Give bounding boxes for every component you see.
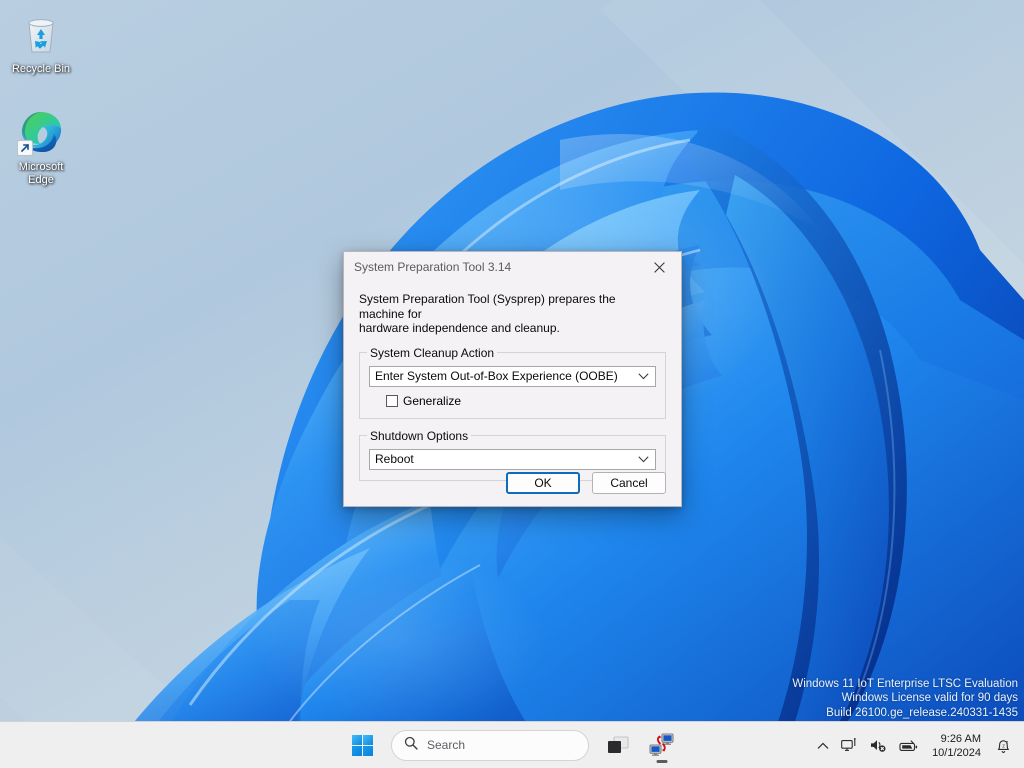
- desktop-icon-recycle-bin[interactable]: Recycle Bin: [2, 10, 80, 76]
- network-icon: [841, 738, 858, 753]
- system-cleanup-action-dropdown[interactable]: Enter System Out-of-Box Experience (OOBE…: [369, 366, 656, 387]
- tray-overflow-button[interactable]: [811, 726, 835, 766]
- taskbar: Search: [0, 721, 1024, 768]
- dialog-button-bar: OK Cancel: [506, 472, 666, 494]
- tray-volume-button[interactable]: [864, 726, 893, 766]
- tray-network-button[interactable]: [835, 726, 864, 766]
- desktop-screen: Recycle Bin: [0, 0, 1024, 768]
- close-icon[interactable]: [637, 253, 681, 282]
- chevron-down-icon: [638, 452, 649, 466]
- shortcut-arrow-icon: [17, 140, 33, 156]
- search-icon: [404, 736, 418, 755]
- generalize-checkbox-label: Generalize: [403, 394, 461, 408]
- desktop-icon-label-line1: Microsoft: [19, 161, 64, 173]
- shutdown-options-label: Shutdown Options: [367, 429, 471, 443]
- speaker-muted-icon: [870, 738, 887, 753]
- watermark-line-2: Windows License valid for 90 days: [792, 691, 1018, 706]
- battery-icon: [899, 739, 918, 753]
- system-tray: 9:26 AM 10/1/2024 z z: [811, 722, 1024, 768]
- ok-button[interactable]: OK: [506, 472, 580, 494]
- desktop-icon-label-line2: Edge: [28, 174, 54, 186]
- windows-logo-icon: [352, 735, 373, 756]
- taskbar-app-sysprep[interactable]: [640, 725, 684, 765]
- generalize-checkbox[interactable]: [386, 395, 398, 407]
- shutdown-options-value: Reboot: [375, 452, 414, 466]
- start-button[interactable]: [340, 725, 384, 765]
- do-not-disturb-bell-icon: z z: [995, 738, 1012, 754]
- evaluation-watermark: Windows 11 IoT Enterprise LTSC Evaluatio…: [792, 677, 1018, 721]
- tray-notifications-button[interactable]: z z: [989, 726, 1018, 766]
- watermark-line-3: Build 26100.ge_release.240331-1435: [792, 706, 1018, 721]
- system-cleanup-action-value: Enter System Out-of-Box Experience (OOBE…: [375, 369, 618, 383]
- chevron-up-icon: [817, 742, 829, 750]
- cancel-button[interactable]: Cancel: [592, 472, 666, 494]
- tray-date: 10/1/2024: [932, 746, 981, 760]
- generalize-checkbox-row[interactable]: Generalize: [386, 394, 656, 408]
- shutdown-options-dropdown[interactable]: Reboot: [369, 449, 656, 470]
- dialog-description-line1: System Preparation Tool (Sysprep) prepar…: [359, 292, 659, 321]
- tray-clock[interactable]: 9:26 AM 10/1/2024: [924, 726, 989, 766]
- app-running-indicator: [657, 760, 668, 763]
- dialog-body: System Preparation Tool (Sysprep) prepar…: [344, 292, 681, 481]
- svg-text:z: z: [1002, 743, 1005, 749]
- system-cleanup-action-label: System Cleanup Action: [367, 346, 497, 360]
- system-cleanup-action-group: System Cleanup Action Enter System Out-o…: [359, 352, 666, 419]
- recycle-bin-icon: [17, 10, 65, 58]
- desktop-icon-label: Recycle Bin: [12, 63, 70, 75]
- tray-battery-button[interactable]: [893, 726, 924, 766]
- search-input[interactable]: Search: [391, 730, 589, 761]
- svg-text:z: z: [1006, 739, 1008, 744]
- desktop-icon-microsoft-edge[interactable]: Microsoft Edge: [2, 108, 80, 187]
- dialog-description-line2: hardware independence and cleanup.: [359, 321, 659, 336]
- dialog-titlebar[interactable]: System Preparation Tool 3.14: [344, 252, 681, 282]
- search-input-text: Search: [427, 738, 465, 752]
- watermark-line-1: Windows 11 IoT Enterprise LTSC Evaluatio…: [792, 677, 1018, 692]
- microsoft-edge-icon: [17, 108, 65, 156]
- dialog-title: System Preparation Tool 3.14: [354, 260, 511, 274]
- sysprep-icon: [649, 733, 675, 757]
- sysprep-dialog: System Preparation Tool 3.14 System Prep…: [343, 251, 682, 507]
- dialog-description: System Preparation Tool (Sysprep) prepar…: [359, 292, 659, 336]
- task-view-button[interactable]: [596, 725, 640, 765]
- task-view-icon: [607, 736, 629, 755]
- chevron-down-icon: [638, 369, 649, 383]
- tray-time: 9:26 AM: [932, 732, 981, 746]
